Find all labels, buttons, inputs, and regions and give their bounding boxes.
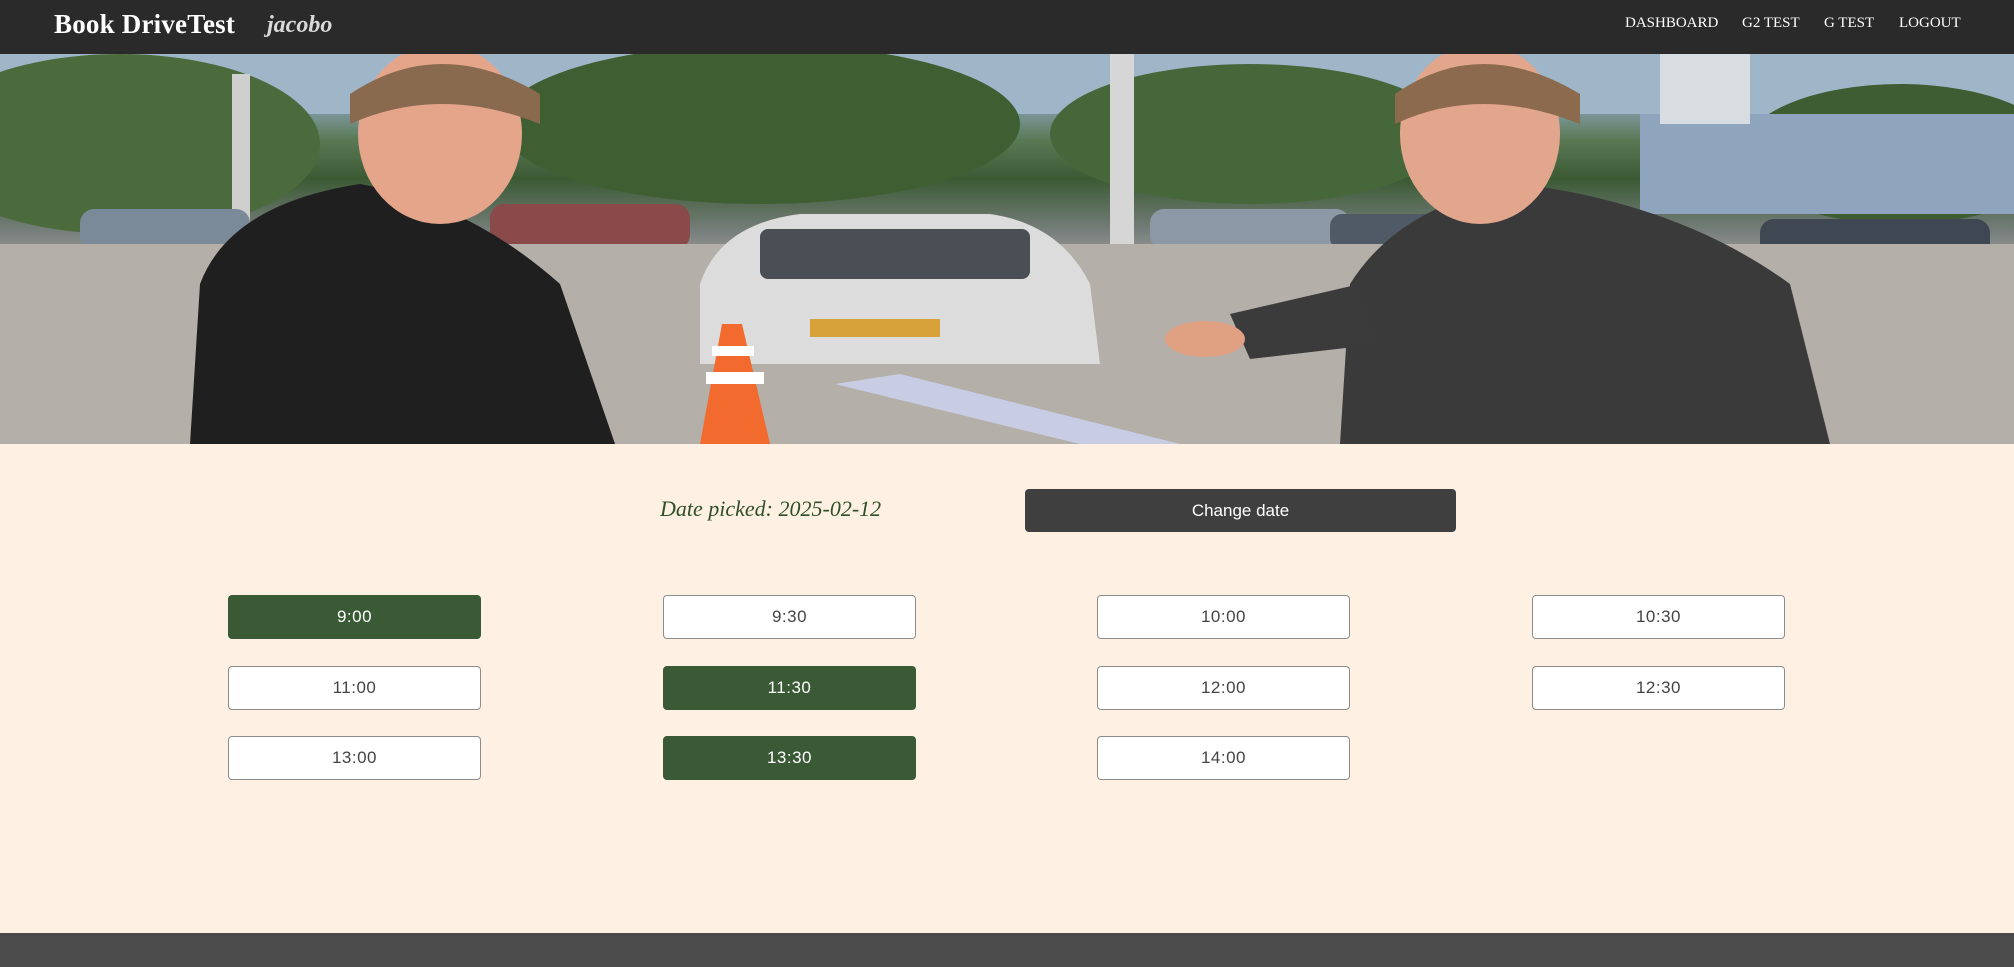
time-slot-button[interactable]: 12:30: [1532, 666, 1785, 710]
nav-link-g-test[interactable]: G TEST: [1824, 15, 1874, 32]
nav-link-g2-test[interactable]: G2 TEST: [1742, 15, 1800, 32]
time-slot-button[interactable]: 13:30: [663, 736, 916, 780]
username-label: jacobo: [267, 12, 333, 38]
nav-link-dashboard[interactable]: DASHBOARD: [1625, 15, 1718, 32]
date-picked-label: Date picked: 2025-02-12: [660, 496, 882, 521]
time-slot-button[interactable]: 12:00: [1097, 666, 1350, 710]
hero-illustration: [0, 54, 2014, 444]
brand-title[interactable]: Book DriveTest: [54, 9, 235, 40]
hero-image: [0, 54, 2014, 444]
time-slot-button[interactable]: 13:00: [228, 736, 481, 780]
nav-link-logout[interactable]: LOGOUT: [1899, 15, 1961, 32]
page-footer: [0, 933, 2014, 967]
time-slot-button[interactable]: 11:30: [663, 666, 916, 710]
time-slot-button[interactable]: 10:00: [1097, 595, 1350, 639]
time-slot-button[interactable]: 11:00: [228, 666, 481, 710]
time-slot-button[interactable]: 10:30: [1532, 595, 1785, 639]
time-slot-button[interactable]: 9:00: [228, 595, 481, 639]
top-navbar: Book DriveTest jacobo DASHBOARD G2 TEST …: [0, 0, 2014, 54]
change-date-button[interactable]: Change date: [1025, 489, 1456, 532]
time-slot-button[interactable]: 9:30: [663, 595, 916, 639]
time-slot-button[interactable]: 14:00: [1097, 736, 1350, 780]
